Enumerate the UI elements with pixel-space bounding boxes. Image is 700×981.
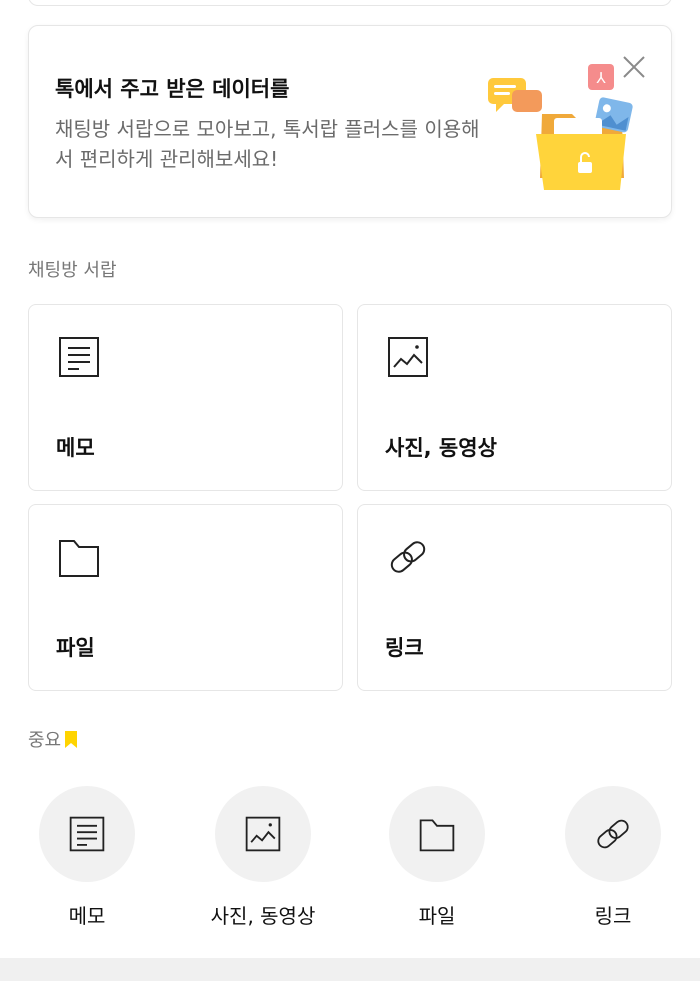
folder-icon bbox=[419, 819, 455, 852]
link-icon bbox=[390, 541, 426, 573]
drawer-card-label: 사진, 동영상 bbox=[385, 436, 497, 460]
link-icon bbox=[597, 819, 629, 849]
drawer-card-memo[interactable]: 메모 bbox=[28, 304, 343, 491]
drawer-card-photo-video[interactable]: 사진, 동영상 bbox=[357, 304, 672, 491]
important-icon-circle bbox=[39, 786, 135, 882]
folder-icon bbox=[59, 540, 99, 577]
bottom-divider bbox=[0, 958, 700, 981]
important-item-photo-video[interactable]: 사진, 동영상 bbox=[188, 786, 338, 929]
photo-icon bbox=[388, 337, 428, 377]
important-icon-circle bbox=[389, 786, 485, 882]
drawer-card-file[interactable]: 파일 bbox=[28, 504, 343, 691]
important-item-label: 파일 bbox=[418, 904, 456, 928]
svg-text:⅄: ⅄ bbox=[595, 69, 606, 87]
important-icon-circle bbox=[215, 786, 311, 882]
important-item-memo[interactable]: 메모 bbox=[12, 786, 162, 929]
drawer-card-label: 링크 bbox=[385, 636, 424, 660]
banner-title: 톡에서 주고 받은 데이터를 bbox=[55, 77, 290, 101]
promo-banner[interactable]: 톡에서 주고 받은 데이터를 채팅방 서랍으로 모아보고, 톡서랍 플러스를 이… bbox=[28, 25, 672, 218]
drawer-section-label: 채팅방 서랍 bbox=[28, 260, 117, 281]
banner-description: 채팅방 서랍으로 모아보고, 톡서랍 플러스를 이용해서 편리하게 관리해보세요… bbox=[55, 117, 480, 171]
drawer-card-link[interactable]: 링크 bbox=[357, 504, 672, 691]
drawer-card-label: 파일 bbox=[56, 636, 95, 660]
important-icon-circle bbox=[565, 786, 661, 882]
drawer-card-label: 메모 bbox=[56, 436, 95, 460]
important-item-label: 사진, 동영상 bbox=[210, 904, 316, 928]
bookmark-icon bbox=[65, 731, 78, 748]
banner-close-button[interactable] bbox=[619, 52, 649, 82]
important-item-link[interactable]: 링크 bbox=[538, 786, 688, 929]
memo-icon bbox=[59, 337, 99, 377]
memo-icon bbox=[69, 816, 105, 852]
previous-card-edge bbox=[28, 0, 672, 6]
important-section-label: 중요 bbox=[28, 726, 78, 752]
close-icon bbox=[623, 56, 645, 78]
important-item-file[interactable]: 파일 bbox=[362, 786, 512, 929]
important-label-text: 중요 bbox=[28, 730, 62, 751]
drawer-folder-illustration-icon: ⅄ bbox=[488, 64, 633, 190]
important-item-label: 메모 bbox=[68, 904, 106, 928]
important-item-label: 링크 bbox=[594, 904, 632, 928]
photo-icon bbox=[245, 816, 281, 852]
